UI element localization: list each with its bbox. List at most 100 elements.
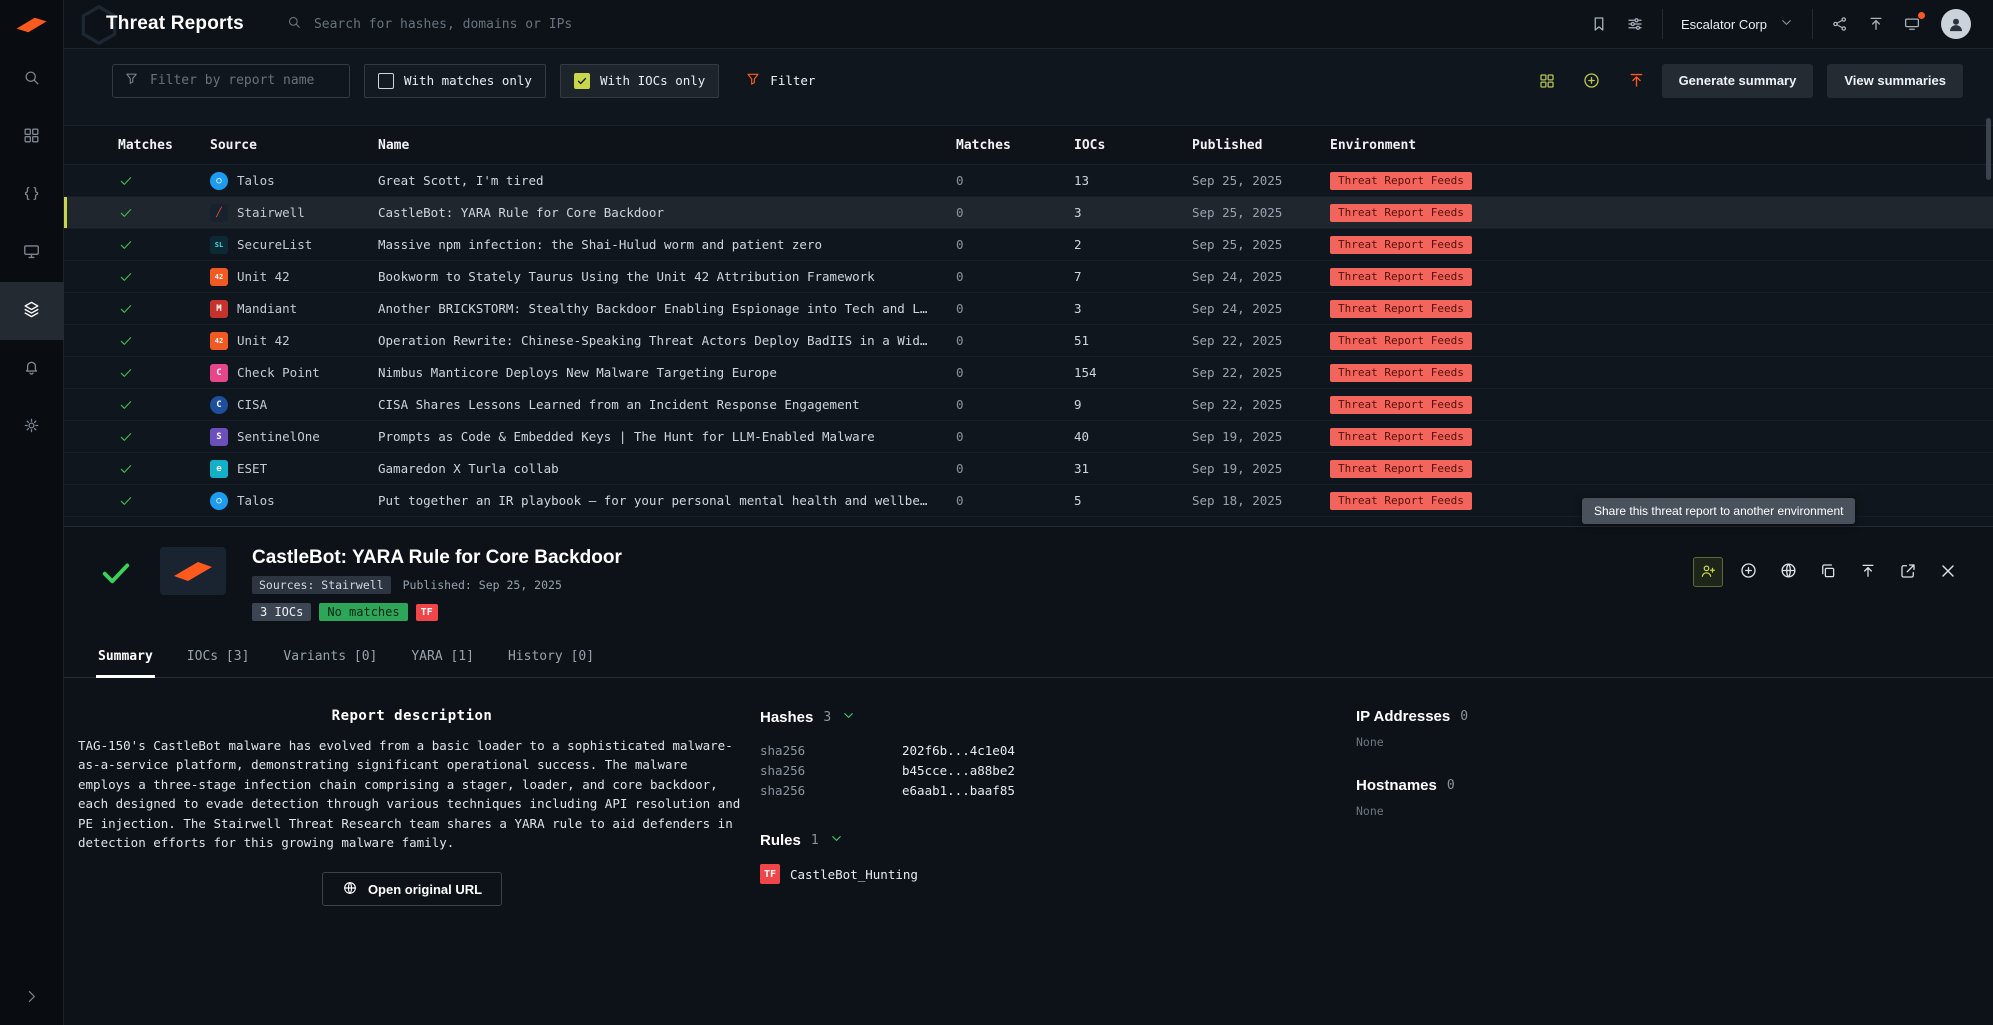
row-published: Sep 25, 2025 [1192,173,1283,188]
monitor-icon [22,242,41,265]
report-name[interactable]: Massive npm infection: the Shai-Hulud wo… [378,237,956,252]
table-row[interactable]: C CISA CISA Shares Lessons Learned from … [64,389,1993,421]
row-source: 42 Unit 42 [210,331,378,350]
row-source: S SentinelOne [210,427,378,446]
row-iocs: 3 [1074,205,1082,220]
report-name[interactable]: CastleBot: YARA Rule for Core Backdoor [378,205,956,220]
add-to-collection-button[interactable] [1733,557,1763,587]
share-tooltip: Share this threat report to another envi… [1582,498,1856,524]
report-name[interactable]: Gamaredon X Turla collab [378,461,956,476]
table-row[interactable]: SL SecureList Massive npm infection: the… [64,229,1993,261]
nav-dashboard[interactable] [0,108,64,166]
columns-grid-icon[interactable] [1538,72,1556,90]
table-row[interactable]: ○ Talos Great Scott, I'm tired 0 13 Sep … [64,165,1993,197]
tab-variants[interactable]: Variants [0] [281,639,379,677]
environment-badge: Threat Report Feeds [1330,427,1472,446]
report-name[interactable]: Great Scott, I'm tired [378,173,956,188]
report-name-filter[interactable] [112,63,350,98]
display-icon[interactable] [1903,12,1925,33]
open-original-url-button[interactable]: Open original URL [321,872,503,907]
tab-history[interactable]: History [0] [506,639,596,677]
filter-button[interactable]: Filter [745,71,815,90]
copy-button[interactable] [1813,557,1843,587]
report-name[interactable]: Another BRICKSTORM: Stealthy Backdoor En… [378,301,956,316]
report-name[interactable]: Operation Rewrite: Chinese-Speaking Thre… [378,333,956,348]
nav-search[interactable] [0,50,64,108]
upload-report-icon[interactable] [1627,71,1646,90]
match-check-icon [118,301,210,317]
nav-notifications[interactable] [0,340,64,398]
environment-badge: Threat Report Feeds [1330,459,1472,478]
sidebar-expand-button[interactable] [23,988,40,1009]
with-matches-only-checkbox[interactable]: With matches only [364,63,546,98]
table-row[interactable]: S SentinelOne Prompts as Code & Embedded… [64,421,1993,453]
nav-threat-reports[interactable] [0,282,64,340]
table-row[interactable]: 42 Unit 42 Bookworm to Stately Taurus Us… [64,261,1993,293]
bookmark-icon[interactable] [1590,15,1608,33]
tab-iocs[interactable]: IOCs [3] [185,639,252,677]
view-summaries-button[interactable]: View summaries [1827,63,1963,98]
table-row[interactable]: 42 Unit 42 Operation Rewrite: Chinese-Sp… [64,325,1993,357]
sentinelone-logo: S [210,427,228,446]
nav-rules[interactable] [0,166,64,224]
row-iocs: 154 [1074,365,1097,380]
detail-actions [1693,557,1963,587]
open-external-button[interactable] [1893,557,1923,587]
ip-addresses-empty: None [1356,735,1384,749]
add-report-icon[interactable] [1582,71,1601,90]
rule-row[interactable]: TF CastleBot_Hunting [760,864,1356,884]
upload-icon [1859,562,1877,583]
report-name[interactable]: Nimbus Manticore Deploys New Malware Tar… [378,365,956,380]
tab-summary[interactable]: Summary [96,639,155,678]
report-name[interactable]: CISA Shares Lessons Learned from an Inci… [378,397,956,412]
share-nodes-icon[interactable] [1831,15,1849,33]
copy-icon [1819,562,1837,583]
col-iocs: IOCs [1074,137,1106,153]
plus-circle-icon [1739,561,1758,583]
export-button[interactable] [1853,557,1883,587]
report-name[interactable]: Bookworm to Stately Taurus Using the Uni… [378,269,956,284]
hashes-header[interactable]: Hashes 3 [760,708,1356,727]
source-name: Unit 42 [237,333,290,348]
match-check-icon [118,173,210,189]
global-search[interactable] [286,14,806,34]
nav-assets[interactable] [0,224,64,282]
environment-badge: Threat Report Feeds [1330,299,1472,318]
nav-settings[interactable] [0,398,64,456]
upload-icon[interactable] [1867,15,1885,33]
report-name[interactable]: Prompts as Code & Embedded Keys | The Hu… [378,429,956,444]
cisa-logo: C [210,395,228,414]
scrollbar-thumb[interactable] [1986,118,1991,180]
report-badges: 3 IOCs No matches TF [252,603,622,621]
table-row[interactable]: M Mandiant Another BRICKSTORM: Stealthy … [64,293,1993,325]
table-row[interactable]: C Check Point Nimbus Manticore Deploys N… [64,357,1993,389]
layers-icon [22,300,41,323]
close-detail-button[interactable] [1933,557,1963,587]
share-environment-button[interactable] [1693,557,1723,587]
sliders-icon[interactable] [1626,15,1644,33]
row-iocs: 31 [1074,461,1090,476]
with-iocs-only-checkbox[interactable]: With IOCs only [559,63,720,98]
original-url-button[interactable] [1773,557,1803,587]
avatar[interactable] [1941,9,1971,39]
report-name-filter-input[interactable] [148,72,338,89]
row-environment: Threat Report Feeds [1330,171,1993,190]
with-matches-label: With matches only [404,73,532,88]
detail-content: Report description TAG-150's CastleBot m… [64,678,1993,907]
global-search-input[interactable] [311,15,806,33]
generate-summary-button[interactable]: Generate summary [1661,63,1814,98]
chevron-down-icon[interactable] [841,708,856,727]
tab-yara[interactable]: YARA [1] [409,639,476,677]
row-matches: 0 [956,173,964,188]
no-matches-badge: No matches [319,603,408,621]
col-matches: Matches [956,137,1011,153]
rules-header[interactable]: Rules 1 [760,831,1356,850]
org-select[interactable]: Escalator Corp [1662,9,1813,39]
checkpoint-logo: C [210,363,228,382]
table-row[interactable]: ╱ Stairwell CastleBot: YARA Rule for Cor… [64,197,1993,229]
stairwell-logo[interactable] [0,0,64,50]
table-row[interactable]: e ESET Gamaredon X Turla collab 0 31 Sep… [64,453,1993,485]
chevron-down-icon[interactable] [829,831,844,850]
row-iocs: 40 [1074,429,1090,444]
report-name[interactable]: Put together an IR playbook — for your p… [378,493,956,508]
